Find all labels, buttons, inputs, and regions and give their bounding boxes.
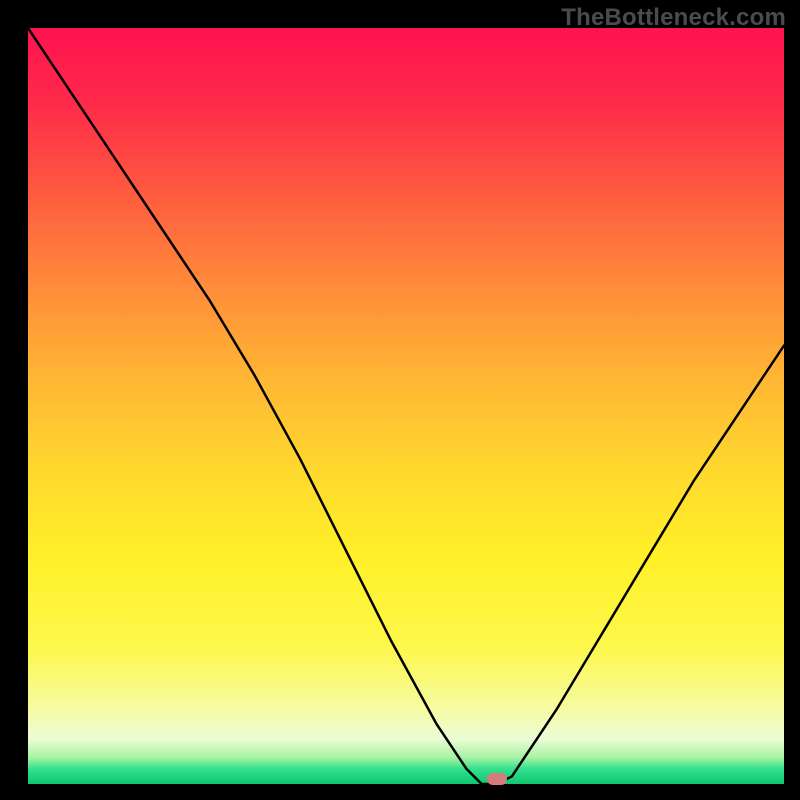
- minimum-marker: [487, 773, 507, 785]
- chart-frame: TheBottleneck.com: [0, 0, 800, 800]
- plot-gradient-background: [28, 28, 784, 784]
- watermark-text: TheBottleneck.com: [561, 4, 786, 32]
